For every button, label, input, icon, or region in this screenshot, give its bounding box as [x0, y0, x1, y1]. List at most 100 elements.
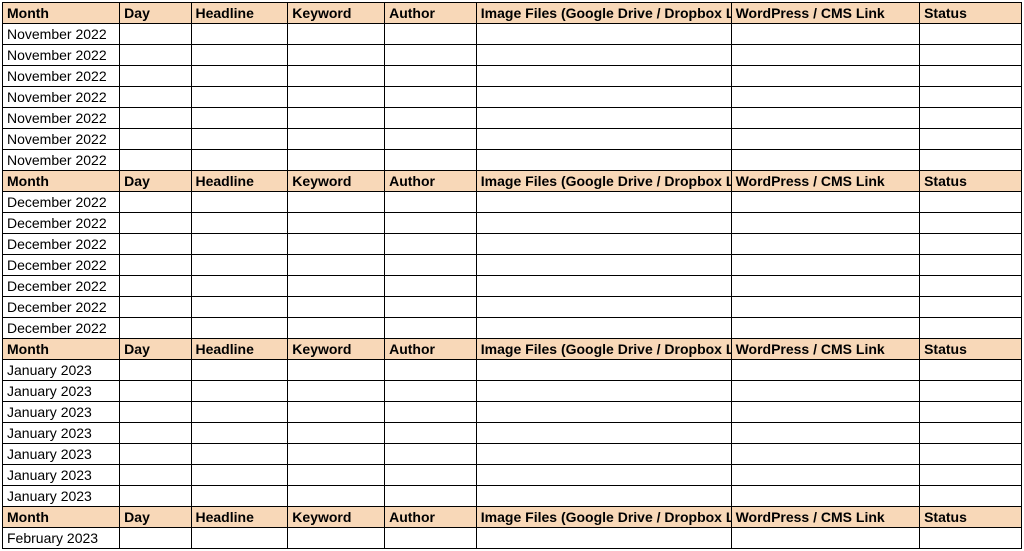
table-row[interactable]: January 2023: [3, 402, 1022, 423]
cell-headline[interactable]: [191, 108, 288, 129]
cell-month[interactable]: November 2022: [3, 87, 120, 108]
cell-month[interactable]: January 2023: [3, 360, 120, 381]
table-row[interactable]: December 2022: [3, 276, 1022, 297]
cell-author[interactable]: [385, 381, 477, 402]
cell-author[interactable]: [385, 108, 477, 129]
cell-status[interactable]: [920, 24, 1022, 45]
cell-month[interactable]: January 2023: [3, 381, 120, 402]
cell-keyword[interactable]: [288, 150, 385, 171]
cell-headline[interactable]: [191, 444, 288, 465]
cell-author[interactable]: [385, 129, 477, 150]
cell-day[interactable]: [120, 150, 191, 171]
cell-status[interactable]: [920, 528, 1022, 549]
cell-status[interactable]: [920, 213, 1022, 234]
cell-status[interactable]: [920, 360, 1022, 381]
cell-image[interactable]: [476, 66, 731, 87]
cell-day[interactable]: [120, 276, 191, 297]
cell-month[interactable]: January 2023: [3, 465, 120, 486]
cell-image[interactable]: [476, 444, 731, 465]
table-row[interactable]: December 2022: [3, 318, 1022, 339]
cell-day[interactable]: [120, 486, 191, 507]
cell-month[interactable]: January 2023: [3, 423, 120, 444]
cell-status[interactable]: [920, 423, 1022, 444]
cell-keyword[interactable]: [288, 213, 385, 234]
cell-headline[interactable]: [191, 129, 288, 150]
content-calendar-table[interactable]: MonthDayHeadlineKeywordAuthorImage Files…: [2, 2, 1022, 549]
cell-author[interactable]: [385, 234, 477, 255]
cell-wordpress[interactable]: [731, 66, 920, 87]
cell-keyword[interactable]: [288, 486, 385, 507]
cell-status[interactable]: [920, 402, 1022, 423]
cell-month[interactable]: January 2023: [3, 402, 120, 423]
table-row[interactable]: November 2022: [3, 108, 1022, 129]
cell-headline[interactable]: [191, 45, 288, 66]
cell-wordpress[interactable]: [731, 297, 920, 318]
cell-month[interactable]: December 2022: [3, 276, 120, 297]
cell-image[interactable]: [476, 360, 731, 381]
cell-status[interactable]: [920, 66, 1022, 87]
cell-image[interactable]: [476, 528, 731, 549]
cell-headline[interactable]: [191, 318, 288, 339]
cell-keyword[interactable]: [288, 234, 385, 255]
cell-status[interactable]: [920, 297, 1022, 318]
cell-author[interactable]: [385, 423, 477, 444]
cell-image[interactable]: [476, 297, 731, 318]
cell-headline[interactable]: [191, 234, 288, 255]
cell-month[interactable]: January 2023: [3, 486, 120, 507]
cell-keyword[interactable]: [288, 381, 385, 402]
cell-image[interactable]: [476, 486, 731, 507]
cell-headline[interactable]: [191, 66, 288, 87]
cell-keyword[interactable]: [288, 360, 385, 381]
cell-status[interactable]: [920, 129, 1022, 150]
cell-day[interactable]: [120, 528, 191, 549]
table-row[interactable]: December 2022: [3, 213, 1022, 234]
cell-headline[interactable]: [191, 255, 288, 276]
cell-image[interactable]: [476, 129, 731, 150]
cell-month[interactable]: November 2022: [3, 24, 120, 45]
cell-day[interactable]: [120, 381, 191, 402]
cell-status[interactable]: [920, 381, 1022, 402]
cell-wordpress[interactable]: [731, 129, 920, 150]
cell-author[interactable]: [385, 213, 477, 234]
cell-headline[interactable]: [191, 87, 288, 108]
cell-image[interactable]: [476, 234, 731, 255]
cell-author[interactable]: [385, 444, 477, 465]
cell-keyword[interactable]: [288, 465, 385, 486]
cell-wordpress[interactable]: [731, 402, 920, 423]
cell-day[interactable]: [120, 192, 191, 213]
cell-headline[interactable]: [191, 402, 288, 423]
cell-status[interactable]: [920, 318, 1022, 339]
cell-day[interactable]: [120, 402, 191, 423]
cell-status[interactable]: [920, 465, 1022, 486]
cell-image[interactable]: [476, 402, 731, 423]
cell-keyword[interactable]: [288, 276, 385, 297]
cell-month[interactable]: November 2022: [3, 66, 120, 87]
cell-wordpress[interactable]: [731, 276, 920, 297]
cell-wordpress[interactable]: [731, 465, 920, 486]
table-row[interactable]: January 2023: [3, 381, 1022, 402]
cell-author[interactable]: [385, 297, 477, 318]
cell-keyword[interactable]: [288, 255, 385, 276]
cell-wordpress[interactable]: [731, 423, 920, 444]
cell-headline[interactable]: [191, 297, 288, 318]
cell-keyword[interactable]: [288, 318, 385, 339]
table-row[interactable]: January 2023: [3, 360, 1022, 381]
cell-wordpress[interactable]: [731, 486, 920, 507]
cell-author[interactable]: [385, 486, 477, 507]
table-row[interactable]: December 2022: [3, 192, 1022, 213]
cell-image[interactable]: [476, 192, 731, 213]
cell-day[interactable]: [120, 234, 191, 255]
cell-image[interactable]: [476, 87, 731, 108]
cell-keyword[interactable]: [288, 24, 385, 45]
table-row[interactable]: November 2022: [3, 66, 1022, 87]
cell-day[interactable]: [120, 108, 191, 129]
cell-image[interactable]: [476, 465, 731, 486]
cell-month[interactable]: November 2022: [3, 108, 120, 129]
cell-author[interactable]: [385, 360, 477, 381]
cell-keyword[interactable]: [288, 444, 385, 465]
table-row[interactable]: January 2023: [3, 465, 1022, 486]
cell-day[interactable]: [120, 444, 191, 465]
table-row[interactable]: December 2022: [3, 297, 1022, 318]
cell-wordpress[interactable]: [731, 444, 920, 465]
cell-status[interactable]: [920, 444, 1022, 465]
